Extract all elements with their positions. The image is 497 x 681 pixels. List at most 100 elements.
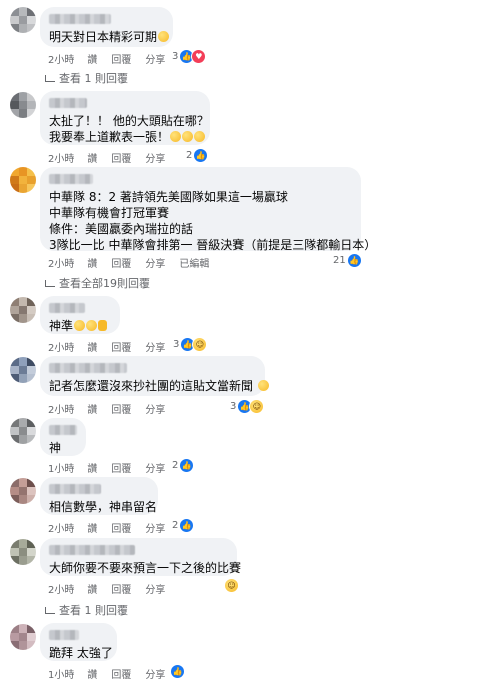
comment-actions: 2小時 讚 回覆 分享 已編輯 — [48, 255, 223, 270]
like-button[interactable]: 讚 — [87, 464, 97, 475]
like-icon: 👍 — [193, 148, 209, 163]
avatar[interactable] — [10, 624, 36, 650]
reply-arrow-icon — [45, 75, 55, 82]
reaction-summary[interactable]: 3 👍 ☺ — [173, 337, 208, 352]
share-button[interactable]: 分享 — [145, 585, 165, 596]
commenter-name[interactable] — [49, 14, 111, 24]
reaction-summary[interactable]: 3 👍 ♥ — [172, 49, 207, 64]
timestamp[interactable]: 2小時 — [48, 55, 74, 66]
like-button[interactable]: 讚 — [87, 524, 97, 535]
reaction-summary[interactable]: 2 👍 — [172, 458, 195, 473]
comment-actions: 2小時 讚 回覆 分享 — [48, 150, 179, 165]
reaction-summary[interactable]: 👍 — [169, 664, 185, 679]
reaction-summary[interactable]: 3 👍 ☺ — [230, 399, 265, 414]
timestamp[interactable]: 2小時 — [48, 524, 74, 535]
rofl-emoji-icon — [182, 131, 194, 142]
share-button[interactable]: 分享 — [145, 524, 165, 535]
reply-button[interactable]: 回覆 — [111, 259, 131, 270]
comment-bubble: 跪拜 太強了 — [40, 623, 117, 661]
comment-text: 我要奉上道歉表一張！ — [49, 130, 170, 144]
avatar[interactable] — [10, 167, 36, 193]
rofl-emoji-icon — [74, 320, 86, 331]
share-button[interactable]: 分享 — [145, 464, 165, 475]
reaction-count: 2 — [186, 150, 193, 161]
timestamp[interactable]: 1小時 — [48, 464, 74, 475]
haha-icon: ☺ — [192, 337, 208, 352]
like-button[interactable]: 讚 — [87, 55, 97, 66]
avatar[interactable] — [10, 92, 36, 118]
reply-button[interactable]: 回覆 — [111, 585, 131, 596]
commenter-name[interactable] — [49, 303, 85, 313]
comment-text: 太扯了！！ 他的大頭貼在哪？ — [49, 114, 209, 128]
comment-text: 跪拜 太強了 — [49, 646, 113, 660]
commenter-name[interactable] — [49, 630, 79, 640]
thumbs-up-emoji-icon — [98, 320, 108, 331]
share-button[interactable]: 分享 — [145, 343, 165, 354]
comment-bubble: 中華隊 8：2 著詩領先美國隊如果這一場贏球 中華隊有機會打冠軍賽 條件：美國贏… — [40, 167, 377, 252]
reply-button[interactable]: 回覆 — [111, 405, 131, 416]
grin-emoji-icon — [158, 31, 170, 42]
avatar[interactable] — [10, 418, 36, 444]
comment-actions: 2小時 讚 回覆 分享 — [48, 581, 179, 596]
timestamp[interactable]: 2小時 — [48, 154, 74, 165]
like-button[interactable]: 讚 — [87, 405, 97, 416]
reply-button[interactable]: 回覆 — [111, 154, 131, 165]
reaction-summary[interactable]: 2 👍 — [186, 148, 209, 163]
reply-button[interactable]: 回覆 — [111, 55, 131, 66]
avatar[interactable] — [10, 7, 36, 33]
haha-icon: ☺ — [224, 578, 239, 593]
share-button[interactable]: 分享 — [145, 259, 165, 270]
commenter-name[interactable] — [49, 98, 87, 108]
reaction-count: 2 — [172, 460, 179, 471]
comment-text: 神 — [49, 441, 62, 455]
reaction-summary[interactable]: ☺ — [223, 578, 239, 593]
commenter-name[interactable] — [49, 425, 77, 435]
timestamp[interactable]: 1小時 — [48, 670, 74, 681]
reply-button[interactable]: 回覆 — [111, 343, 131, 354]
reaction-summary[interactable]: 2 👍 — [172, 518, 195, 533]
timestamp[interactable]: 2小時 — [48, 585, 74, 596]
like-button[interactable]: 讚 — [87, 670, 97, 681]
like-button[interactable]: 讚 — [87, 154, 97, 165]
commenter-name[interactable] — [49, 545, 135, 555]
like-button[interactable]: 讚 — [87, 343, 97, 354]
comment-bubble: 大師你要不要來預言一下之後的比賽 — [40, 538, 242, 576]
comment-bubble: 記者怎麼還沒來抄社團的這貼文當新聞 — [40, 356, 269, 396]
commenter-name[interactable] — [49, 484, 101, 494]
commenter-name[interactable] — [49, 363, 127, 373]
view-replies-link[interactable]: 查看 1 則回覆 — [45, 602, 128, 618]
like-icon: 👍 — [170, 664, 185, 679]
view-replies-link[interactable]: 查看 1 則回覆 — [45, 70, 128, 86]
view-replies-link[interactable]: 查看全部19則回覆 — [45, 275, 150, 291]
share-button[interactable]: 分享 — [145, 670, 165, 681]
grin-emoji-icon — [170, 131, 182, 142]
reply-button[interactable]: 回覆 — [111, 524, 131, 535]
comment-text: 3隊比一比 中華隊會排第一 晉級決賽（前提是三隊都輸日本） — [49, 238, 377, 252]
reply-button[interactable]: 回覆 — [111, 670, 131, 681]
timestamp[interactable]: 2小時 — [48, 405, 74, 416]
share-button[interactable]: 分享 — [145, 55, 165, 66]
reply-button[interactable]: 回覆 — [111, 464, 131, 475]
reaction-summary[interactable]: 21 👍 — [333, 253, 362, 268]
comment-text: 大師你要不要來預言一下之後的比賽 — [49, 561, 242, 575]
timestamp[interactable]: 2小時 — [48, 343, 74, 354]
comment-text: 條件：美國贏委內瑞拉的話 — [49, 222, 194, 236]
share-button[interactable]: 分享 — [145, 154, 165, 165]
avatar[interactable] — [10, 478, 36, 504]
commenter-name[interactable] — [49, 174, 93, 184]
comment-actions: 2小時 讚 回覆 分享 — [48, 51, 179, 66]
comment-bubble: 太扯了！！ 他的大頭貼在哪？ 我要奉上道歉表一張！ — [40, 91, 210, 145]
reaction-count: 3 — [230, 401, 237, 412]
share-button[interactable]: 分享 — [145, 405, 165, 416]
timestamp[interactable]: 2小時 — [48, 259, 74, 270]
edited-label: 已編輯 — [179, 259, 210, 270]
comment-actions: 2小時 讚 回覆 分享 — [48, 339, 179, 354]
avatar[interactable] — [10, 297, 36, 323]
like-button[interactable]: 讚 — [87, 259, 97, 270]
comment-text: 明天對日本精彩可期 — [49, 30, 158, 44]
like-button[interactable]: 讚 — [87, 585, 97, 596]
reaction-count: 3 — [173, 339, 180, 350]
avatar[interactable] — [10, 357, 36, 383]
reaction-count: 3 — [172, 51, 179, 62]
avatar[interactable] — [10, 539, 36, 565]
